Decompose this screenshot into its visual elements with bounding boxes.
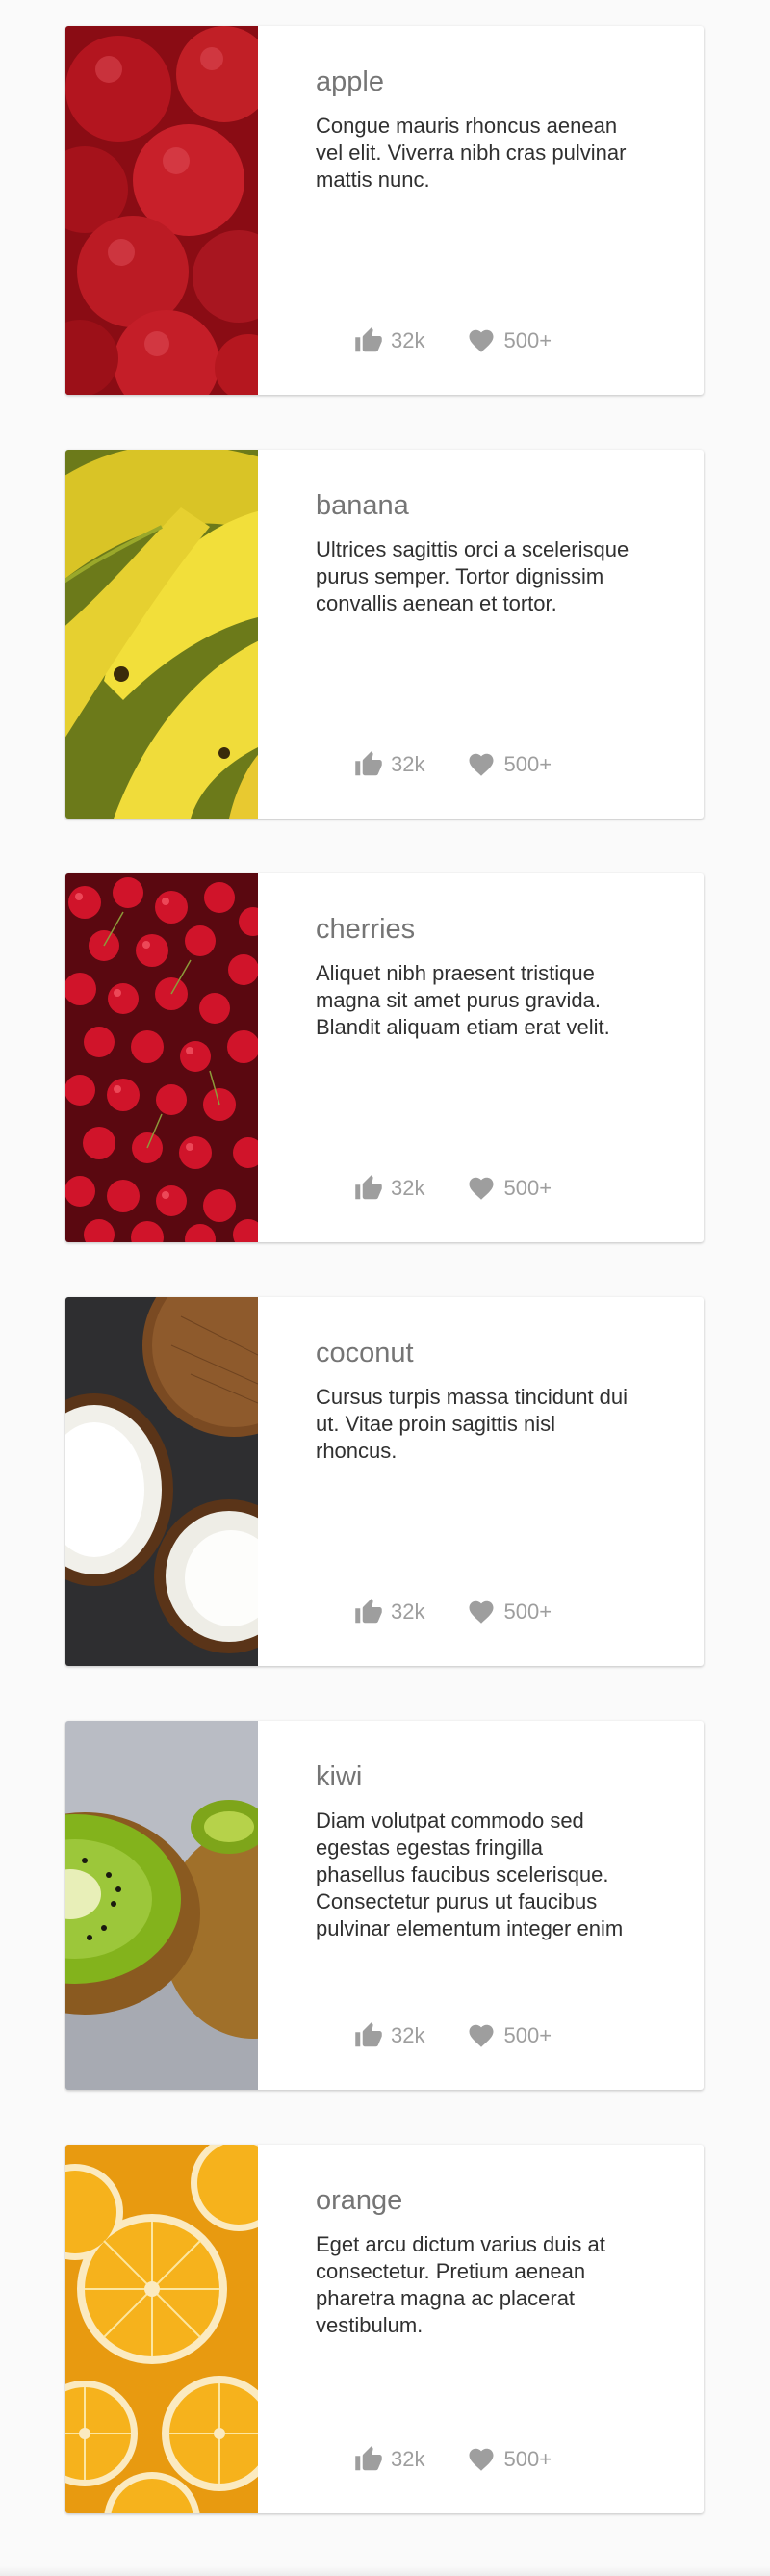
fruit-card[interactable]: coconut Cursus turpis massa tincidunt du… — [65, 1297, 704, 1666]
favorite-button[interactable]: 500+ — [467, 750, 552, 779]
like-count: 32k — [391, 2023, 425, 2047]
fruit-card[interactable]: apple Congue mauris rhoncus aenean vel e… — [65, 26, 704, 395]
like-count: 32k — [391, 1600, 425, 1624]
heart-icon — [469, 753, 494, 776]
card-actions: 32k 500+ — [354, 326, 594, 355]
card-actions: 32k 500+ — [354, 1598, 594, 1626]
banana-image — [65, 450, 258, 819]
card-body: coconut Cursus turpis massa tincidunt du… — [316, 1336, 633, 1465]
favorite-button[interactable]: 500+ — [467, 1598, 552, 1626]
favorite-button[interactable]: 500+ — [467, 326, 552, 355]
like-count: 32k — [391, 752, 425, 776]
cherries-image — [65, 873, 258, 1242]
fruit-card[interactable]: cherries Aliquet nibh praesent tristique… — [65, 873, 704, 1242]
card-description: Eget arcu dictum varius duis at consecte… — [316, 2232, 605, 2338]
fruit-card[interactable]: orange Eget arcu dictum varius duis at c… — [65, 2145, 704, 2513]
like-button[interactable]: 32k — [354, 2445, 424, 2474]
favorite-count: 500+ — [503, 752, 552, 776]
card-title: apple — [316, 66, 384, 97]
card-description: Ultrices sagittis orci a scelerisque pur… — [316, 537, 629, 616]
card-description: Aliquet nibh praesent tristique magna si… — [316, 961, 610, 1040]
card-title: kiwi — [316, 1761, 363, 1792]
thumb-up-icon — [355, 327, 382, 352]
thumb-up-icon — [355, 1175, 382, 1200]
heart-icon — [469, 2448, 494, 2471]
card-body: cherries Aliquet nibh praesent tristique… — [316, 912, 633, 1041]
like-button[interactable]: 32k — [354, 750, 424, 779]
like-button[interactable]: 32k — [354, 1174, 424, 1203]
favorite-count: 500+ — [503, 1600, 552, 1624]
thumb-up-icon — [355, 2022, 382, 2047]
favorite-button[interactable]: 500+ — [467, 2445, 552, 2474]
card-title: banana — [316, 490, 409, 521]
favorite-count: 500+ — [503, 1176, 552, 1200]
apple-image — [65, 26, 258, 395]
bottom-edge-shadow — [0, 2566, 770, 2576]
card-body: apple Congue mauris rhoncus aenean vel e… — [316, 65, 633, 194]
card-title: cherries — [316, 914, 416, 945]
like-count: 32k — [391, 328, 425, 352]
card-body: kiwi Diam volutpat commodo sed egestas e… — [316, 1759, 633, 1942]
orange-image — [65, 2145, 258, 2513]
like-button[interactable]: 32k — [354, 1598, 424, 1626]
card-actions: 32k 500+ — [354, 750, 594, 779]
favorite-count: 500+ — [503, 2023, 552, 2047]
coconut-image — [65, 1297, 258, 1666]
like-count: 32k — [391, 2447, 425, 2471]
card-title: coconut — [316, 1338, 414, 1368]
favorite-button[interactable]: 500+ — [467, 2021, 552, 2050]
card-actions: 32k 500+ — [354, 1174, 594, 1203]
heart-icon — [469, 1600, 494, 1624]
card-description: Diam volutpat commodo sed egestas egesta… — [316, 1808, 624, 1941]
card-description: Congue mauris rhoncus aenean vel elit. V… — [316, 114, 627, 193]
kiwi-image — [65, 1721, 258, 2090]
favorite-count: 500+ — [503, 2447, 552, 2471]
heart-icon — [469, 329, 494, 352]
fruit-card[interactable]: kiwi Diam volutpat commodo sed egestas e… — [65, 1721, 704, 2090]
thumb-up-icon — [355, 751, 382, 776]
card-actions: 32k 500+ — [354, 2445, 594, 2474]
favorite-count: 500+ — [503, 328, 552, 352]
card-description: Cursus turpis massa tincidunt dui ut. Vi… — [316, 1385, 629, 1464]
thumb-up-icon — [355, 1599, 382, 1624]
heart-icon — [469, 2024, 494, 2047]
favorite-button[interactable]: 500+ — [467, 1174, 552, 1203]
card-body: banana Ultrices sagittis orci a sceleris… — [316, 488, 633, 617]
like-button[interactable]: 32k — [354, 326, 424, 355]
fruit-card[interactable]: banana Ultrices sagittis orci a sceleris… — [65, 450, 704, 819]
heart-icon — [469, 1177, 494, 1200]
card-title: orange — [316, 2185, 403, 2216]
card-body: orange Eget arcu dictum varius duis at c… — [316, 2183, 633, 2339]
like-count: 32k — [391, 1176, 425, 1200]
thumb-up-icon — [355, 2446, 382, 2471]
card-actions: 32k 500+ — [354, 2021, 594, 2050]
like-button[interactable]: 32k — [354, 2021, 424, 2050]
